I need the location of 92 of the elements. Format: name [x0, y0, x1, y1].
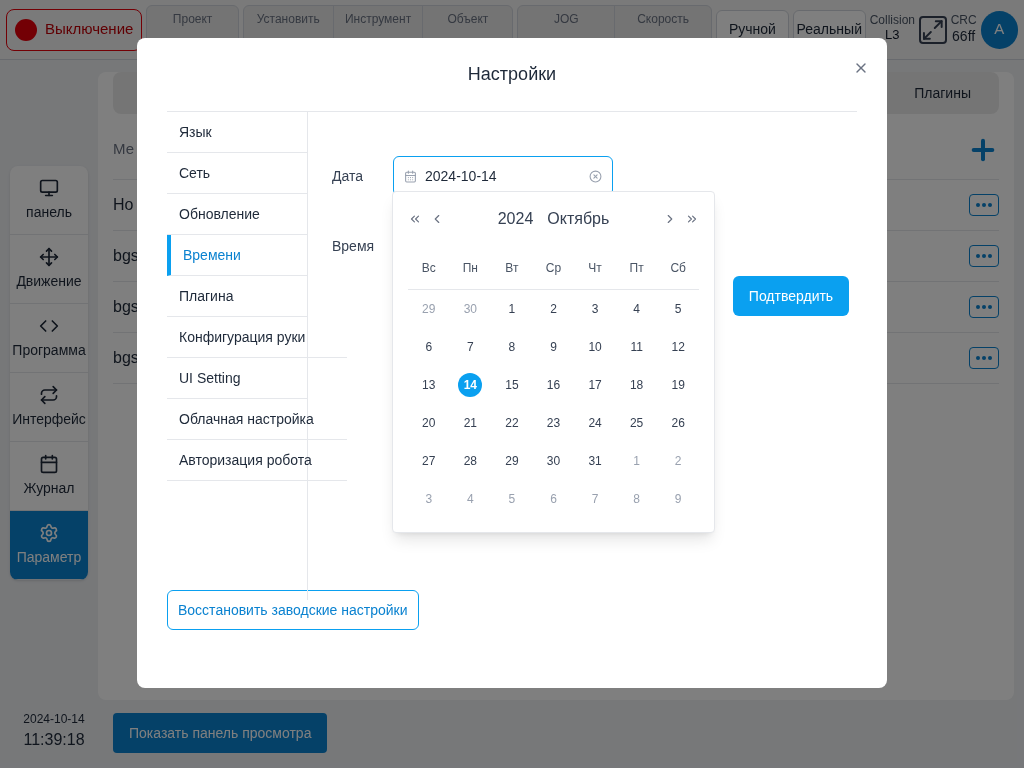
- previous-year-icon[interactable]: [408, 212, 422, 226]
- row-name: bgs: [113, 246, 139, 266]
- status-label: Установить: [256, 10, 320, 28]
- weekday-label: Ср: [544, 259, 563, 277]
- sidebar-item[interactable]: Интерфейс: [10, 373, 88, 442]
- calendar-day[interactable]: 24: [583, 411, 608, 435]
- calendar-day[interactable]: 22: [499, 411, 524, 435]
- calendar-day[interactable]: 11: [624, 335, 649, 359]
- calendar-day[interactable]: 16: [541, 373, 566, 397]
- settings-menu-item[interactable]: Времени: [167, 235, 307, 276]
- collision-value: L3: [885, 28, 900, 41]
- time-label: Время: [332, 237, 375, 256]
- row-name: bgs: [113, 348, 139, 368]
- settings-menu-item[interactable]: Обновление: [167, 194, 307, 235]
- clear-icon[interactable]: [589, 169, 602, 183]
- calendar-day[interactable]: 6: [416, 335, 441, 359]
- weekday-label: Вт: [504, 259, 520, 277]
- calendar-day[interactable]: 8: [499, 335, 524, 359]
- calendar-day[interactable]: 20: [416, 411, 441, 435]
- settings-menu-item[interactable]: Авторизация робота: [167, 440, 347, 481]
- calendar-day[interactable]: 5: [666, 297, 691, 321]
- status-label: Проект: [172, 10, 213, 28]
- calendar-day[interactable]: 31: [583, 449, 608, 473]
- calendar-day[interactable]: 10: [583, 335, 608, 359]
- factory-reset-button[interactable]: Восстановить заводские настройки: [167, 590, 419, 630]
- weekday-label: Пн: [461, 259, 479, 277]
- date-label: Дата: [332, 166, 363, 186]
- calendar-day[interactable]: 18: [624, 373, 649, 397]
- swap-arrows-icon: [39, 384, 59, 405]
- calendar-icon: [404, 169, 417, 183]
- row-name: Ho: [113, 195, 134, 215]
- settings-menu-item[interactable]: Плагина: [167, 276, 307, 317]
- settings-menu-item[interactable]: Облачная настройка: [167, 399, 347, 440]
- calendar-day[interactable]: 9: [541, 335, 566, 359]
- calendar-year[interactable]: 2024: [497, 207, 534, 231]
- calendar-day[interactable]: 23: [541, 411, 566, 435]
- more-icon: [976, 356, 992, 360]
- tab[interactable]: Плагины: [898, 76, 987, 110]
- calendar-day[interactable]: 4: [624, 297, 649, 321]
- clock-time: 11:39:18: [23, 730, 85, 750]
- calendar-day[interactable]: 30: [541, 449, 566, 473]
- calendar-day[interactable]: 25: [624, 411, 649, 435]
- crc-label: CRC: [950, 13, 977, 29]
- calendar-day[interactable]: 17: [583, 373, 608, 397]
- status-label: JOG: [553, 10, 579, 28]
- settings-menu-item[interactable]: UI Setting: [167, 358, 307, 399]
- weekday-label: Вс: [420, 259, 437, 277]
- calendar-day[interactable]: 27: [416, 449, 441, 473]
- more-button[interactable]: [969, 296, 999, 318]
- status-label: Скорость: [637, 10, 689, 28]
- calendar-month[interactable]: Октябрь: [547, 207, 610, 231]
- crc-value: 66ff: [952, 28, 976, 46]
- clock-date: 2024-10-14: [23, 711, 85, 728]
- settings-menu-item[interactable]: Конфигурация руки: [167, 317, 347, 358]
- more-icon: [976, 305, 992, 309]
- calendar-day[interactable]: 26: [666, 411, 691, 435]
- calendar-day[interactable]: 29: [499, 449, 524, 473]
- calendar-day[interactable]: 28: [458, 449, 483, 473]
- sidebar-item[interactable]: Программа: [10, 304, 88, 373]
- calendar-day[interactable]: 15: [499, 373, 524, 397]
- more-icon: [976, 203, 992, 207]
- weekday-label: Чт: [587, 259, 603, 277]
- dialog-title: Настройки: [467, 63, 557, 86]
- more-icon: [976, 254, 992, 258]
- weekday-label: Пт: [628, 259, 645, 277]
- more-button[interactable]: [969, 194, 999, 216]
- calendar-day[interactable]: 7: [458, 335, 483, 359]
- move-arrows-icon: [39, 246, 59, 267]
- settings-menu-item[interactable]: Язык: [167, 112, 307, 153]
- sidebar-item[interactable]: панель: [10, 166, 88, 235]
- weekday-label: Сб: [669, 259, 687, 277]
- next-year-icon[interactable]: [685, 212, 699, 226]
- monitor-icon: [39, 177, 59, 198]
- more-button[interactable]: [969, 347, 999, 369]
- calendar-day[interactable]: 12: [666, 335, 691, 359]
- settings-menu-item[interactable]: Сеть: [167, 153, 307, 194]
- calendar-day[interactable]: 1: [499, 297, 524, 321]
- column-header: Ме: [113, 139, 134, 160]
- status-label: Инструмент: [344, 10, 412, 28]
- status-label: Объект: [447, 10, 489, 28]
- calendar-day[interactable]: 21: [458, 411, 483, 435]
- calendar-day[interactable]: 3: [583, 297, 608, 321]
- sidebar-item[interactable]: Движение: [10, 235, 88, 304]
- collision-label: Collision: [869, 14, 916, 26]
- row-name: bgs: [113, 297, 139, 317]
- more-button[interactable]: [969, 245, 999, 267]
- fullscreen-icon[interactable]: [919, 15, 947, 44]
- settings-icon: [39, 522, 59, 543]
- calendar-day[interactable]: 2: [541, 297, 566, 321]
- calendar-icon: [39, 453, 59, 474]
- calendar-day[interactable]: 19: [666, 373, 691, 397]
- calendar-day[interactable]: 13: [416, 373, 441, 397]
